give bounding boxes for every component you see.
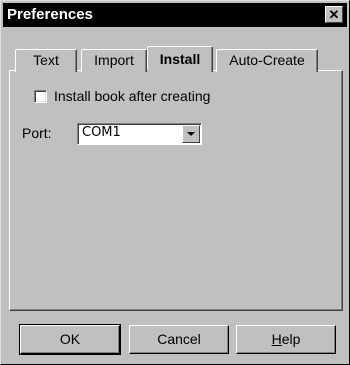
tab-auto-create[interactable]: Auto-Create [216, 49, 318, 72]
port-select[interactable]: COM1 [77, 123, 202, 145]
tab-label: Install [159, 51, 201, 67]
close-button[interactable]: ✕ [325, 6, 343, 23]
active-tab-joiner [147, 69, 211, 72]
close-icon: ✕ [328, 7, 340, 22]
port-label: Port: [22, 125, 52, 141]
tab-text[interactable]: Text [15, 49, 77, 72]
ok-label: OK [59, 331, 81, 347]
tab-label: Text [33, 52, 59, 68]
tab-import[interactable]: Import [81, 49, 147, 72]
port-dropdown-button[interactable] [182, 125, 200, 143]
cancel-button[interactable]: Cancel [129, 325, 229, 354]
help-button[interactable]: Help [236, 325, 336, 354]
tab-panel-install [9, 70, 343, 311]
cancel-label: Cancel [157, 331, 201, 347]
port-value: COM1 [82, 125, 121, 140]
window-title: Preferences [7, 6, 93, 23]
ok-button[interactable]: OK [19, 324, 121, 355]
tab-label: Import [94, 52, 134, 68]
preferences-dialog: Preferences ✕ Text Import Install Auto-C… [0, 0, 350, 365]
title-bar[interactable]: Preferences ✕ [3, 3, 347, 27]
help-mnemonic: H [271, 331, 282, 347]
help-label: elp [281, 331, 301, 347]
install-book-label[interactable]: Install book after creating [54, 88, 210, 104]
chevron-down-icon [187, 132, 195, 136]
tab-label: Auto-Create [229, 52, 305, 68]
install-book-checkbox[interactable] [34, 90, 47, 103]
